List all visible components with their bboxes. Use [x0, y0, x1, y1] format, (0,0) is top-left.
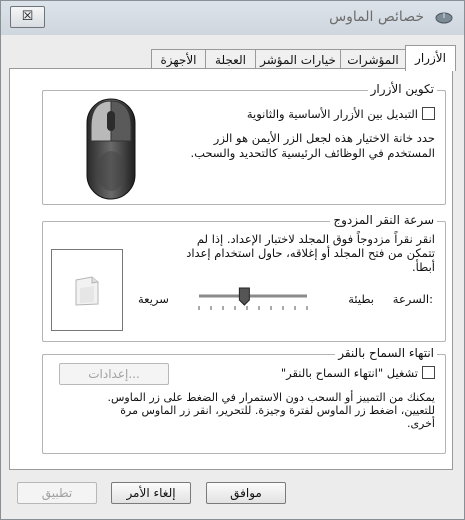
description-line: للتعيين، اضغط زر الماوس لفترة وجيزة. للت…	[120, 404, 435, 417]
apply-button[interactable]: تطبيق	[17, 482, 97, 504]
test-folder-area[interactable]	[51, 249, 123, 331]
click-lock-checkbox[interactable]	[422, 366, 435, 379]
switch-buttons-option[interactable]: التبديل بين الأزرار الأساسية والثانوية	[247, 107, 435, 121]
switch-buttons-label: التبديل بين الأزرار الأساسية والثانوية	[246, 107, 418, 121]
mouse-icon	[435, 12, 453, 24]
tab-pointers[interactable]: المؤشرات	[340, 49, 406, 69]
description-line: أبطأ.	[412, 260, 435, 274]
folder-icon[interactable]	[70, 274, 104, 308]
title-bar: ☒ خصائص الماوس	[1, 1, 464, 35]
click-lock-label: تشغيل "انتهاء السماح بالنقر"	[280, 366, 418, 380]
settings-button[interactable]: إعدادات...	[59, 363, 169, 385]
buttons-tab-page: تكوين الأزرار التبديل بين الأزرار الأساس…	[9, 68, 453, 470]
switch-buttons-checkbox[interactable]	[422, 107, 435, 120]
slow-label: بطيئة	[348, 292, 374, 306]
tab-strip: الأزرار المؤشرات خيارات المؤشر العجلة ال…	[1, 45, 464, 71]
button-config-description: حدد خانة الاختيار هذه لجعل الزر الأيمن ه…	[175, 131, 435, 161]
description-line: أخرى.	[406, 417, 435, 430]
close-button[interactable]: ☒	[10, 6, 45, 28]
click-lock-description: يمكنك من التمييز أو السحب دون الاستمرار …	[55, 391, 435, 430]
tab-hardware[interactable]: الأجهزة	[151, 49, 206, 69]
tab-pointer-options[interactable]: خيارات المؤشر	[255, 49, 341, 69]
description-line: المستخدم في الوظائف الرئيسية كالتحديد وا…	[190, 146, 435, 160]
description-line: حدد خانة الاختيار هذه لجعل الزر الأيمن ه…	[213, 131, 435, 145]
ok-button[interactable]: موافق	[206, 482, 286, 504]
group-title: انتهاء السماح بالنقر	[335, 346, 437, 360]
fast-label: سريعة	[138, 292, 169, 306]
slider-ticks	[198, 306, 308, 310]
double-click-speed-group: سرعة النقر المزدوج انقر نقراً مزدوجاً فو…	[42, 213, 446, 342]
speed-slider[interactable]	[193, 284, 313, 314]
mouse-illustration	[86, 98, 136, 200]
window-title: خصائص الماوس	[329, 9, 424, 25]
button-configuration-group: تكوين الأزرار التبديل بين الأزرار الأساس…	[42, 82, 446, 205]
mouse-properties-window: ☒ خصائص الماوس الأزرار المؤشرات خيارات ا…	[0, 0, 465, 520]
cancel-button[interactable]: إلغاء الأمر	[111, 482, 191, 504]
click-lock-option[interactable]: تشغيل "انتهاء السماح بالنقر"	[281, 366, 435, 380]
speed-label: السرعة:	[392, 292, 433, 306]
double-click-description: انقر نقراً مزدوجاً فوق المجلد لاختبار ال…	[125, 232, 435, 274]
description-line: يمكنك من التمييز أو السحب دون الاستمرار …	[107, 391, 435, 404]
description-line: تتمكن من فتح المجلد أو إغلاقه، حاول استخ…	[186, 246, 435, 260]
tab-wheel[interactable]: العجلة	[205, 49, 256, 69]
slider-thumb[interactable]	[238, 287, 250, 306]
click-lock-group: انتهاء السماح بالنقر تشغيل "انتهاء السما…	[42, 346, 446, 454]
group-title: تكوين الأزرار	[367, 82, 437, 96]
tab-buttons[interactable]: الأزرار	[405, 45, 456, 71]
description-line: انقر نقراً مزدوجاً فوق المجلد لاختبار ال…	[196, 232, 435, 246]
group-title: سرعة النقر المزدوج	[330, 213, 437, 227]
